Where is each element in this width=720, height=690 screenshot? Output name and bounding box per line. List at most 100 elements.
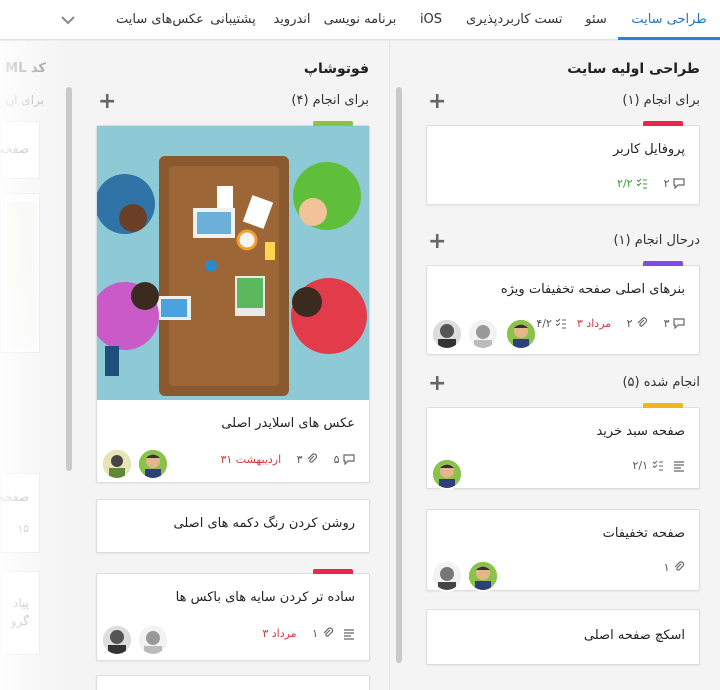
card-partial-2-meta: ۱۵ <box>17 522 29 535</box>
comment-count: ۳ <box>658 316 685 330</box>
card-title: اسکچ صفحه اصلی <box>583 628 685 643</box>
column-partial: کد ML برای ان صفحه صفحه ۱۵ پیاد گرو <box>0 41 62 690</box>
card-cover-image <box>97 126 369 400</box>
group-title: برای انجام (۱) <box>622 93 700 108</box>
tab-programming[interactable]: برنامه نویسی <box>322 0 398 40</box>
group-title: برای انجام (۴) <box>291 93 369 108</box>
checklist-count: ۲/۲ <box>611 176 648 190</box>
avatar[interactable] <box>137 448 169 480</box>
tab-usability-test[interactable]: تست کاربردپذیری <box>466 0 563 40</box>
avatar[interactable] <box>467 560 499 592</box>
avatar[interactable] <box>431 458 463 490</box>
card-title: پروفایل کاربر <box>612 142 685 157</box>
tab-support[interactable]: پشتیبانی <box>204 0 262 40</box>
avatar[interactable] <box>431 560 463 592</box>
avatar[interactable] <box>101 448 133 480</box>
attachments-value: ۲ <box>626 316 633 330</box>
group-header-todo: برای انجام (۴) + <box>98 91 369 115</box>
checklist-icon <box>556 318 567 329</box>
description-indicator <box>673 459 685 472</box>
card-meta: ۳ ۲ مرداد ۳ ۴/۲ <box>524 316 685 330</box>
card-title: عکس های اسلایدر اصلی <box>221 416 355 431</box>
comments-value: ۵ <box>333 452 340 466</box>
attachment-icon <box>307 453 318 463</box>
comments-value: ۳ <box>663 316 670 330</box>
card-label <box>643 121 683 126</box>
card-partial-3-line2: گرو <box>10 614 29 628</box>
tab-website-design[interactable]: طراحی سایت <box>618 0 720 40</box>
card-partial-2[interactable]: صفحه ۱۵ <box>0 473 40 553</box>
card-discount-banners[interactable]: بنرهای اصلی صفحه تخفیفات ویژه ۳ ۲ مرداد … <box>426 261 700 355</box>
attachment-icon <box>637 317 648 327</box>
card-cart-page[interactable]: صفحه سبد خرید ۲/۱ <box>426 403 700 490</box>
tab-android[interactable]: اندروید <box>268 0 316 40</box>
card-partial-title: صفحه <box>0 142 29 156</box>
tab-seo[interactable]: سئو <box>578 0 614 40</box>
card-title: ساده تر کردن سایه های باکس ها <box>175 590 355 605</box>
due-date: اردیبهشت ۳۱ <box>220 452 282 466</box>
chevron-down-icon[interactable] <box>58 10 78 30</box>
attachment-icon <box>323 627 333 637</box>
group-title: انجام شده (۵) <box>622 375 700 390</box>
group-header-in-progress: درحال انجام (۱) + <box>428 231 700 255</box>
card-partial[interactable]: صفحه <box>0 121 40 179</box>
description-icon <box>344 628 354 640</box>
plus-icon[interactable]: + <box>428 373 446 395</box>
card-avatars <box>431 560 507 592</box>
card-simplify-shadows[interactable]: ساده تر کردن سایه های باکس ها ۱ مرداد ۳ <box>96 569 370 661</box>
card-discounts-page[interactable]: صفحه تخفیفات ۱ <box>426 509 700 592</box>
card-partial-3[interactable]: پیاد گرو <box>0 571 40 655</box>
card-partial-bottom[interactable] <box>96 675 370 690</box>
card-partial-image[interactable] <box>0 193 40 353</box>
column-photoshop: فوتوشاپ برای انجام (۴) + عکس های اسلایدر… <box>62 41 390 690</box>
comment-count: ۲ <box>658 176 685 190</box>
card-avatars <box>431 458 471 490</box>
tab-ios[interactable]: iOS <box>418 0 444 40</box>
avatar[interactable] <box>137 624 169 656</box>
column-title: فوتوشاپ <box>303 61 369 77</box>
avatar[interactable] <box>467 318 499 350</box>
checklist-icon <box>636 178 648 189</box>
attachment-icon <box>674 561 685 571</box>
card-homepage-sketch[interactable]: اسکچ صفحه اصلی <box>426 609 700 665</box>
card-avatars <box>101 448 181 480</box>
card-label <box>643 403 683 408</box>
card-slider-photos[interactable]: عکس های اسلایدر اصلی ۵ ۳ اردیبهشت ۳۱ <box>96 121 370 483</box>
attachments-value: ۳ <box>296 452 303 466</box>
card-title: بنرهای اصلی صفحه تخفیفات ویژه <box>500 282 685 297</box>
checklist-value: ۲/۲ <box>617 176 633 190</box>
comments-value: ۲ <box>663 176 670 190</box>
checklist-icon <box>652 460 663 471</box>
card-meta: ۱ <box>652 560 685 574</box>
tab-site-photos[interactable]: عکس‌های سایت <box>116 0 204 40</box>
scrollbar[interactable] <box>396 87 402 663</box>
column-initial-design: طراحی اولیه سایت برای انجام (۱) + پروفای… <box>390 41 720 690</box>
description-icon <box>674 460 684 472</box>
comment-icon <box>673 178 685 190</box>
card-user-profile[interactable]: پروفایل کاربر ۲ ۲/۲ <box>426 121 700 205</box>
avatar[interactable] <box>101 624 133 656</box>
card-avatars <box>101 624 181 656</box>
avatar[interactable] <box>505 318 537 350</box>
avatar[interactable] <box>431 318 463 350</box>
attachment-count: ۲ <box>621 316 648 330</box>
plus-icon[interactable]: + <box>98 91 116 113</box>
card-meta: ۵ ۳ اردیبهشت ۳۱ <box>214 452 355 466</box>
description-indicator <box>343 627 355 640</box>
comment-icon <box>673 318 685 330</box>
card-label <box>643 261 683 266</box>
attachment-count: ۳ <box>291 452 318 466</box>
card-avatars <box>431 318 543 350</box>
attachments-value: ۱ <box>312 626 318 640</box>
plus-icon[interactable]: + <box>428 231 446 253</box>
card-label <box>313 569 353 574</box>
tab-bar: طراحی سایت سئو تست کاربردپذیری iOS برنام… <box>0 0 720 40</box>
card-title: صفحه تخفیفات <box>602 526 685 541</box>
card-meta: ۲ ۲/۲ <box>605 176 685 190</box>
comment-count: ۵ <box>328 452 355 466</box>
plus-icon[interactable]: + <box>428 91 446 113</box>
card-brighten-buttons[interactable]: روشن کردن رنگ دکمه های اصلی <box>96 499 370 553</box>
group-header-todo: برای انجام (۱) + <box>428 91 700 115</box>
scrollbar[interactable] <box>66 87 72 471</box>
card-title: روشن کردن رنگ دکمه های اصلی <box>173 516 355 531</box>
